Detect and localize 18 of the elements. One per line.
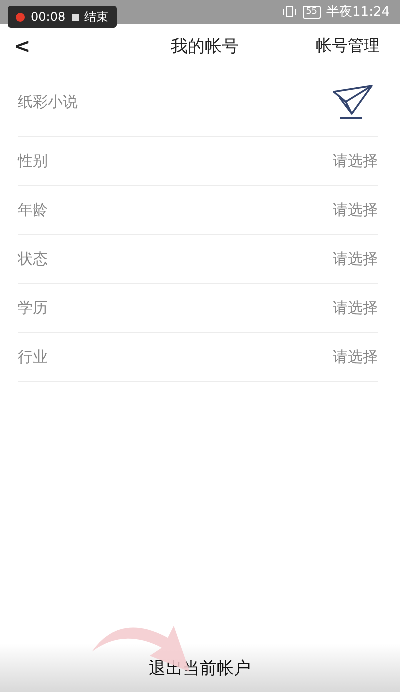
- field-value[interactable]: 请选择: [333, 250, 378, 268]
- back-button[interactable]: <: [14, 34, 44, 58]
- profile-name: 纸彩小说: [18, 92, 78, 112]
- battery-indicator: 55: [303, 6, 321, 18]
- field-label: 学历: [18, 298, 48, 318]
- account-manage-link[interactable]: 帐号管理: [316, 36, 380, 56]
- field-label: 状态: [18, 250, 48, 268]
- field-label: 行业: [18, 348, 48, 366]
- field-value[interactable]: 请选择: [333, 348, 378, 366]
- clock: 半夜11:24: [326, 4, 390, 21]
- field-label: 性别: [18, 152, 48, 170]
- field-value[interactable]: 请选择: [333, 298, 378, 318]
- field-value[interactable]: 请选择: [333, 152, 378, 170]
- field-label: 年龄: [18, 200, 48, 220]
- field-value[interactable]: 请选择: [333, 200, 378, 220]
- page-title: 我的帐号: [170, 36, 240, 58]
- recording-time: 00:08: [31, 10, 66, 24]
- stop-recording[interactable]: 结束: [84, 8, 109, 26]
